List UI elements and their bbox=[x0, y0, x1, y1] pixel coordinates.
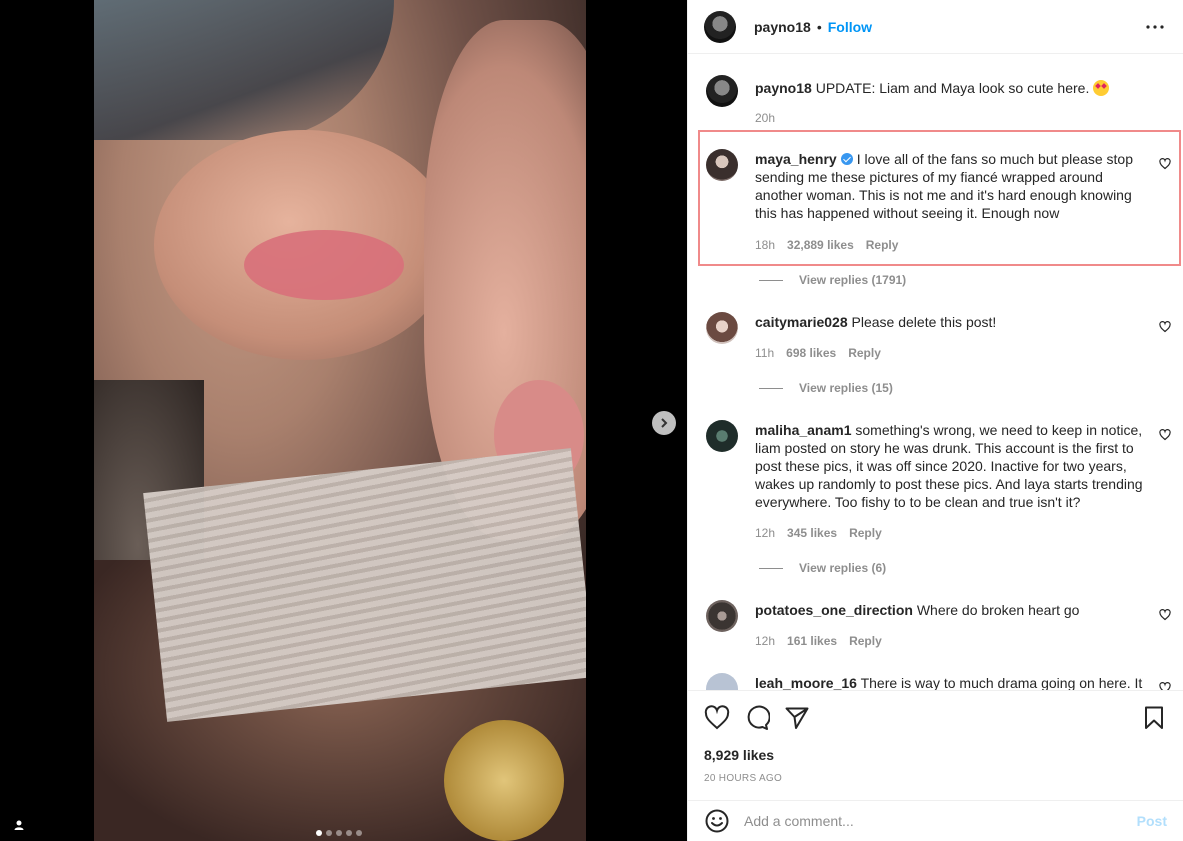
comment-username[interactable]: potatoes_one_direction bbox=[755, 602, 913, 618]
media-viewer bbox=[0, 0, 687, 841]
comment-text: Where do broken heart go bbox=[916, 602, 1080, 618]
heart-icon[interactable] bbox=[1159, 158, 1171, 170]
reply-button[interactable]: Reply bbox=[849, 526, 882, 540]
view-replies-label: View replies (15) bbox=[799, 381, 893, 395]
carousel-dot bbox=[356, 830, 362, 836]
comment-timestamp[interactable]: 12h bbox=[755, 634, 775, 648]
comment-username[interactable]: maliha_anam1 bbox=[755, 422, 852, 438]
heart-icon[interactable] bbox=[704, 705, 730, 731]
commenter-avatar[interactable] bbox=[706, 149, 738, 181]
comment-username[interactable]: maya_henry bbox=[755, 151, 837, 167]
post-header: payno18 • Follow bbox=[688, 0, 1183, 54]
comment-likes[interactable]: 161 likes bbox=[787, 634, 837, 648]
caption-timestamp[interactable]: 20h bbox=[755, 111, 775, 125]
replies-line bbox=[759, 387, 783, 389]
comment-text: Please delete this post! bbox=[851, 314, 997, 330]
comment-timestamp[interactable]: 12h bbox=[755, 526, 775, 540]
post-side-panel: payno18 • Follow payno18 UPDATE: Liam an… bbox=[687, 0, 1183, 841]
header-separator: • bbox=[816, 18, 822, 35]
reply-button[interactable]: Reply bbox=[866, 238, 899, 252]
bookmark-icon[interactable] bbox=[1141, 705, 1167, 731]
chevron-right-icon bbox=[661, 418, 668, 428]
comment-timestamp[interactable]: 18h bbox=[755, 238, 775, 252]
heart-icon[interactable] bbox=[1159, 682, 1171, 690]
comment-username[interactable]: caitymarie028 bbox=[755, 314, 848, 330]
heart-icon[interactable] bbox=[1159, 429, 1171, 441]
comment-timestamp[interactable]: 11h bbox=[755, 346, 774, 360]
comment-bubble-icon[interactable] bbox=[744, 705, 770, 731]
commenter-avatar[interactable] bbox=[706, 312, 738, 344]
star-struck-emoji-icon bbox=[1093, 80, 1110, 96]
post-likes-count[interactable]: 8,929 likes bbox=[704, 747, 774, 763]
comment-composer: Post bbox=[688, 800, 1183, 841]
post-actions: 8,929 likes 20 HOURS AGO bbox=[688, 690, 1183, 800]
carousel-next-button[interactable] bbox=[652, 411, 676, 435]
post-timestamp[interactable]: 20 HOURS AGO bbox=[704, 773, 782, 784]
reply-button[interactable]: Reply bbox=[848, 346, 881, 360]
paper-plane-icon[interactable] bbox=[784, 705, 810, 731]
view-replies-label: View replies (1791) bbox=[799, 273, 907, 287]
more-options-button[interactable] bbox=[1143, 15, 1167, 39]
follow-button[interactable]: Follow bbox=[828, 19, 872, 35]
view-replies-label: View replies (6) bbox=[799, 561, 887, 575]
comment-input[interactable] bbox=[744, 813, 1127, 829]
carousel-dot bbox=[346, 830, 352, 836]
replies-line bbox=[759, 279, 783, 281]
carousel-dot bbox=[326, 830, 332, 836]
verified-badge-icon bbox=[840, 153, 853, 165]
post-comment-button[interactable]: Post bbox=[1137, 813, 1167, 829]
author-username[interactable]: payno18 bbox=[754, 19, 811, 35]
comment-likes[interactable]: 345 likes bbox=[787, 526, 837, 540]
carousel-indicator bbox=[316, 830, 362, 836]
reply-button[interactable]: Reply bbox=[849, 634, 882, 648]
caption-text: UPDATE: Liam and Maya look so cute here. bbox=[815, 80, 1090, 96]
comments-list[interactable]: payno18 UPDATE: Liam and Maya look so cu… bbox=[688, 55, 1183, 690]
caption-username[interactable]: payno18 bbox=[755, 80, 812, 96]
comment-likes[interactable]: 32,889 likes bbox=[787, 238, 854, 252]
comment-likes[interactable]: 698 likes bbox=[786, 346, 836, 360]
user-tag-button[interactable] bbox=[10, 816, 28, 834]
carousel-dot bbox=[336, 830, 342, 836]
comment-text: There is way to much drama going on here… bbox=[860, 675, 1143, 690]
author-avatar[interactable] bbox=[706, 75, 738, 107]
view-replies-button[interactable]: View replies (6) bbox=[759, 561, 886, 575]
user-tag-icon bbox=[14, 820, 24, 830]
replies-line bbox=[759, 567, 783, 569]
more-horizontal-icon bbox=[1146, 24, 1164, 29]
carousel-dot bbox=[316, 830, 322, 836]
view-replies-button[interactable]: View replies (15) bbox=[759, 381, 893, 395]
commenter-avatar[interactable] bbox=[706, 600, 738, 632]
heart-icon[interactable] bbox=[1159, 609, 1171, 621]
smiley-icon[interactable] bbox=[704, 808, 730, 834]
commenter-avatar[interactable] bbox=[706, 420, 738, 452]
heart-icon[interactable] bbox=[1159, 321, 1171, 333]
commenter-avatar[interactable] bbox=[706, 673, 738, 690]
author-avatar[interactable] bbox=[704, 10, 736, 43]
view-replies-button[interactable]: View replies (1791) bbox=[759, 273, 906, 287]
comment-username[interactable]: leah_moore_16 bbox=[755, 675, 857, 690]
post-photo bbox=[94, 0, 586, 841]
